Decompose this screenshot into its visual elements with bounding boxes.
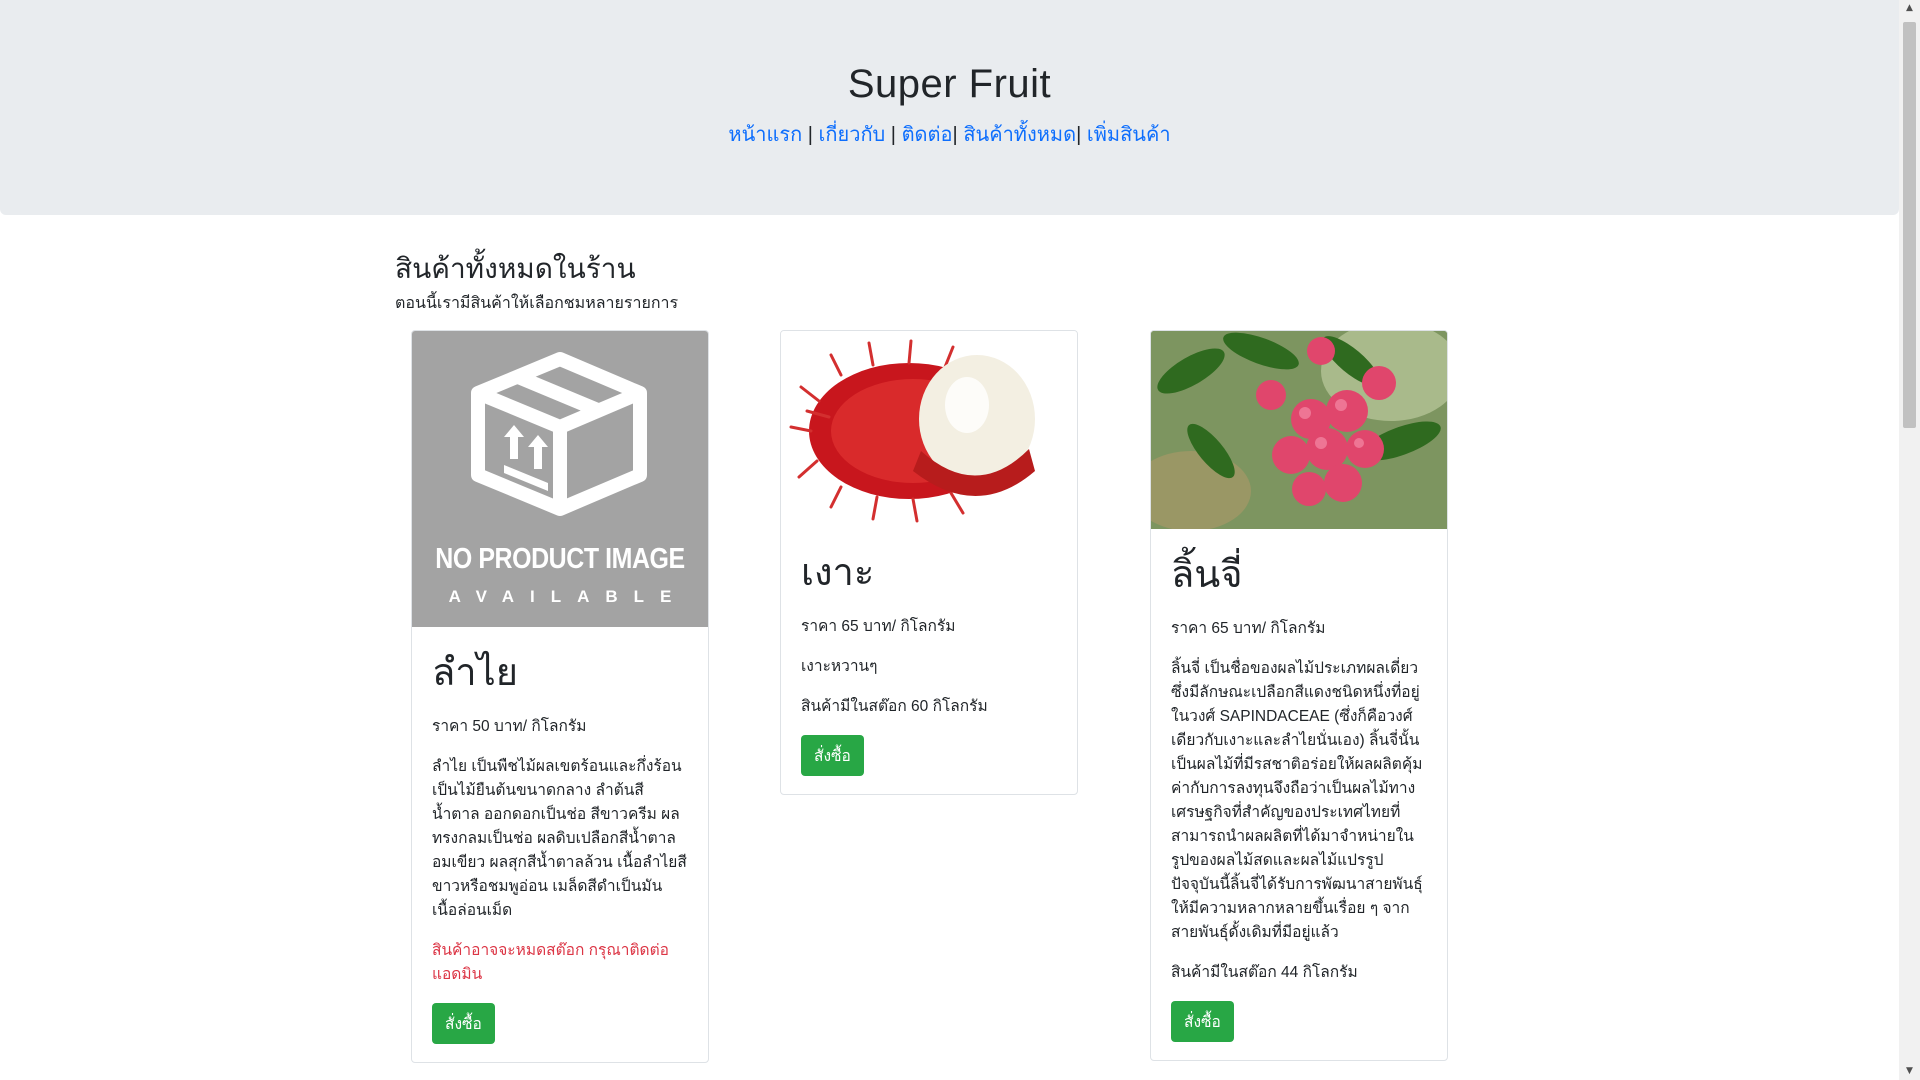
product-card-longan: NO PRODUCT IMAGE AVAILABLE ลำไย ราคา 50 … [411, 330, 709, 1063]
product-name: เงาะ [801, 552, 875, 594]
site-header: Super Fruit หน้าแรก | เกี่ยวกับ | ติดต่อ… [0, 0, 1899, 215]
card-body: เงาะ ราคา 65 บาท/ กิโลกรัม เงาะหวานๆ สิน… [781, 527, 1077, 794]
scrollbar-thumb[interactable] [1903, 22, 1916, 428]
product-name: ลำไย [432, 652, 519, 694]
no-product-image: NO PRODUCT IMAGE AVAILABLE [412, 331, 708, 627]
site-title: Super Fruit [847, 62, 1052, 106]
product-description: ลำไย เป็นพืชไม้ผลเขตร้อนและกึ่งร้อน เป็น… [432, 757, 687, 919]
nav-separator: | [802, 124, 819, 146]
nav-link-about[interactable]: เกี่ยวกับ [819, 124, 886, 146]
product-description: ลิ้นจี่ เป็นชื่อของผลไม้ประเภทผลเดี่ยว ซ… [1171, 659, 1423, 941]
product-name: ลิ้นจี่ [1171, 554, 1243, 596]
scroll-down-arrow-icon[interactable]: ▼ [1899, 1063, 1920, 1080]
section-subtitle: ตอนนี้เรามีสินค้าให้เลือกชมหลายรายการ [395, 295, 679, 312]
product-price: ราคา 50 บาท/ กิโลกรัม [432, 717, 587, 735]
vertical-scrollbar[interactable]: ▲ ▼ [1899, 0, 1920, 1080]
nav-link-contact[interactable]: ติดต่อ [902, 124, 953, 146]
nav-separator: | [1076, 124, 1087, 146]
nav-link-home[interactable]: หน้าแรก [728, 124, 802, 146]
order-button[interactable]: สั่งซื้อ [1171, 1000, 1234, 1042]
box-icon [471, 352, 647, 516]
page-viewport: Super Fruit หน้าแรก | เกี่ยวกับ | ติดต่อ… [0, 0, 1899, 1080]
product-card-lychee: ลิ้นจี่ ราคา 65 บาท/ กิโลกรัม ลิ้นจี่ เป… [1150, 330, 1448, 1061]
section-title: สินค้าทั้งหมดในร้าน [395, 253, 636, 284]
stock-warning: สินค้าอาจจะหมดสต๊อก กรุณาติดต่อแอดมิน [432, 941, 669, 983]
product-price: ราคา 65 บาท/ กิโลกรัม [801, 617, 956, 635]
product-stock: สินค้ามีในสต๊อก 44 กิโลกรัม [1171, 963, 1358, 981]
order-button[interactable]: สั่งซื้อ [432, 1002, 495, 1044]
lychee-photo [1151, 331, 1447, 529]
no-image-text-line2: AVAILABLE [448, 587, 688, 606]
rambutan-photo [789, 339, 1035, 523]
nav-separator: | [952, 124, 964, 146]
no-image-text-line1: NO PRODUCT IMAGE [435, 543, 685, 575]
main-nav: หน้าแรก | เกี่ยวกับ | ติดต่อ| สินค้าทั้ง… [0, 118, 1899, 150]
product-card-rambutan: เงาะ ราคา 65 บาท/ กิโลกรัม เงาะหวานๆ สิน… [780, 330, 1078, 795]
product-price: ราคา 65 บาท/ กิโลกรัม [1171, 619, 1326, 637]
card-body: ลิ้นจี่ ราคา 65 บาท/ กิโลกรัม ลิ้นจี่ เป… [1151, 529, 1447, 1060]
product-stock: สินค้ามีในสต๊อก 60 กิโลกรัม [801, 697, 988, 715]
lychee-image [1151, 331, 1447, 529]
product-description: เงาะหวานๆ [801, 657, 878, 675]
nav-separator: | [885, 124, 902, 146]
scroll-up-arrow-icon[interactable]: ▲ [1899, 0, 1920, 17]
nav-link-all-products[interactable]: สินค้าทั้งหมด [963, 124, 1076, 146]
order-button[interactable]: สั่งซื้อ [801, 734, 864, 776]
card-body: ลำไย ราคา 50 บาท/ กิโลกรัม ลำไย เป็นพืชไ… [412, 627, 708, 1062]
nav-link-add-product[interactable]: เพิ่มสินค้า [1087, 124, 1171, 146]
rambutan-image [781, 331, 1077, 527]
